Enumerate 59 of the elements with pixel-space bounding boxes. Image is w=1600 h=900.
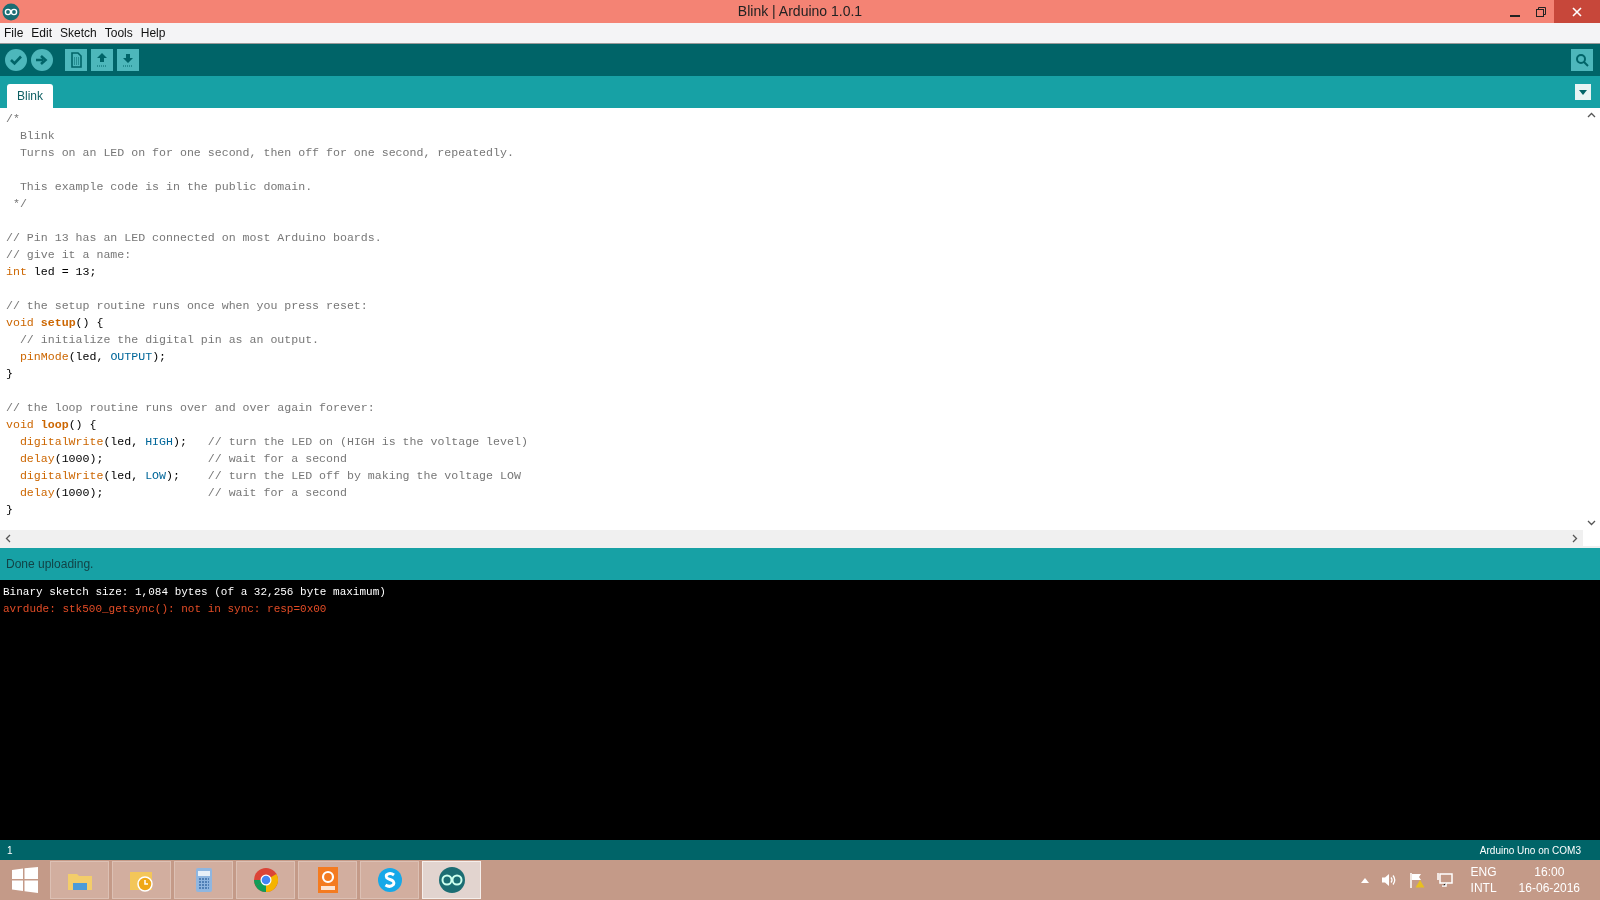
code-line: delay(1000); // wait for a second (18, 485, 347, 501)
menu-item[interactable]: Tools (100, 24, 137, 42)
taskbar-app-button[interactable] (298, 861, 357, 899)
console-line: Binary sketch size: 1,084 bytes (of a 32,256 byte maximum) (3, 585, 387, 600)
code-line: pinMode(led, OUTPUT); (18, 349, 167, 365)
taskbar-app-button[interactable] (174, 861, 233, 899)
code-line: // give it a name: (6, 247, 132, 263)
scroll-up-icon[interactable] (1587, 112, 1596, 118)
scroll-down-icon[interactable] (1587, 520, 1596, 526)
menu-item[interactable]: Help (136, 24, 170, 42)
code-line: int led = 13; (6, 264, 97, 280)
menu-item[interactable]: File (0, 24, 28, 42)
board-port-label: Arduino Uno on COM3 (1479, 843, 1581, 858)
serial-monitor-button[interactable] (1571, 49, 1593, 71)
menu-item[interactable]: Sketch (56, 24, 101, 42)
code-line: /* (6, 111, 20, 127)
taskbar-app-button[interactable] (360, 861, 419, 899)
menu-item[interactable]: Edit (27, 24, 57, 42)
tab-menu-button[interactable] (1575, 84, 1591, 100)
flag-warning-icon[interactable] (1408, 872, 1425, 888)
code-line: delay(1000); // wait for a second (18, 451, 347, 467)
show-hidden-icons-icon[interactable] (1360, 877, 1369, 883)
code-line: // the setup routine runs once when you press reset: (6, 298, 368, 314)
caret-icon (1579, 89, 1587, 95)
arduino-logo-icon (2, 2, 20, 21)
console-error-line: avrdude: stk500_getsync(): not in sync: resp=0x00 (3, 602, 328, 617)
code-line: // Pin 13 has an LED connected on most Arduino boards. (6, 230, 382, 246)
horizontal-scrollbar[interactable] (0, 530, 1583, 546)
code-line: This example code is in the public domain. (18, 179, 313, 195)
code-line: void loop() { (6, 417, 97, 433)
restore-icon (1536, 6, 1546, 17)
line-number: 1 (7, 843, 13, 858)
code-line: Blink (18, 128, 55, 144)
open-button[interactable] (91, 49, 113, 71)
code-line: } (6, 366, 13, 382)
window-title: Blink | Arduino 1.0.1 (737, 2, 863, 21)
code-line: digitalWrite(led, LOW); // turn the LED off by making the voltage LOW (18, 468, 521, 484)
search-icon (1575, 53, 1589, 67)
speaker-icon[interactable] (1380, 873, 1397, 887)
verify-button[interactable] (5, 49, 27, 71)
scroll-right-icon[interactable] (1572, 533, 1578, 543)
new-button[interactable] (65, 49, 87, 71)
network-icon[interactable] (1436, 872, 1453, 888)
upload-button[interactable] (31, 49, 53, 71)
taskbar-app-button[interactable] (236, 861, 295, 899)
code-line: } (6, 502, 13, 518)
code-line: digitalWrite(led, HIGH); // turn the LED on (HIGH is the voltage level) (18, 434, 528, 450)
scroll-left-icon[interactable] (5, 533, 11, 543)
code-line: */ (11, 196, 27, 212)
status-message: Done uploading. (6, 556, 94, 573)
close-icon (1572, 6, 1582, 17)
code-line: void setup() { (6, 315, 104, 331)
code-line: Turns on an LED on for one second, then off for one second, repeatedly. (18, 145, 514, 161)
windows-logo-icon (12, 867, 38, 893)
save-button[interactable] (117, 49, 139, 71)
code-line: // the loop routine runs over and over again forever: (6, 400, 375, 416)
minimize-icon (1510, 14, 1520, 17)
code-line: // initialize the digital pin as an output. (18, 332, 320, 348)
sketch-tab[interactable]: Blink (7, 84, 53, 108)
